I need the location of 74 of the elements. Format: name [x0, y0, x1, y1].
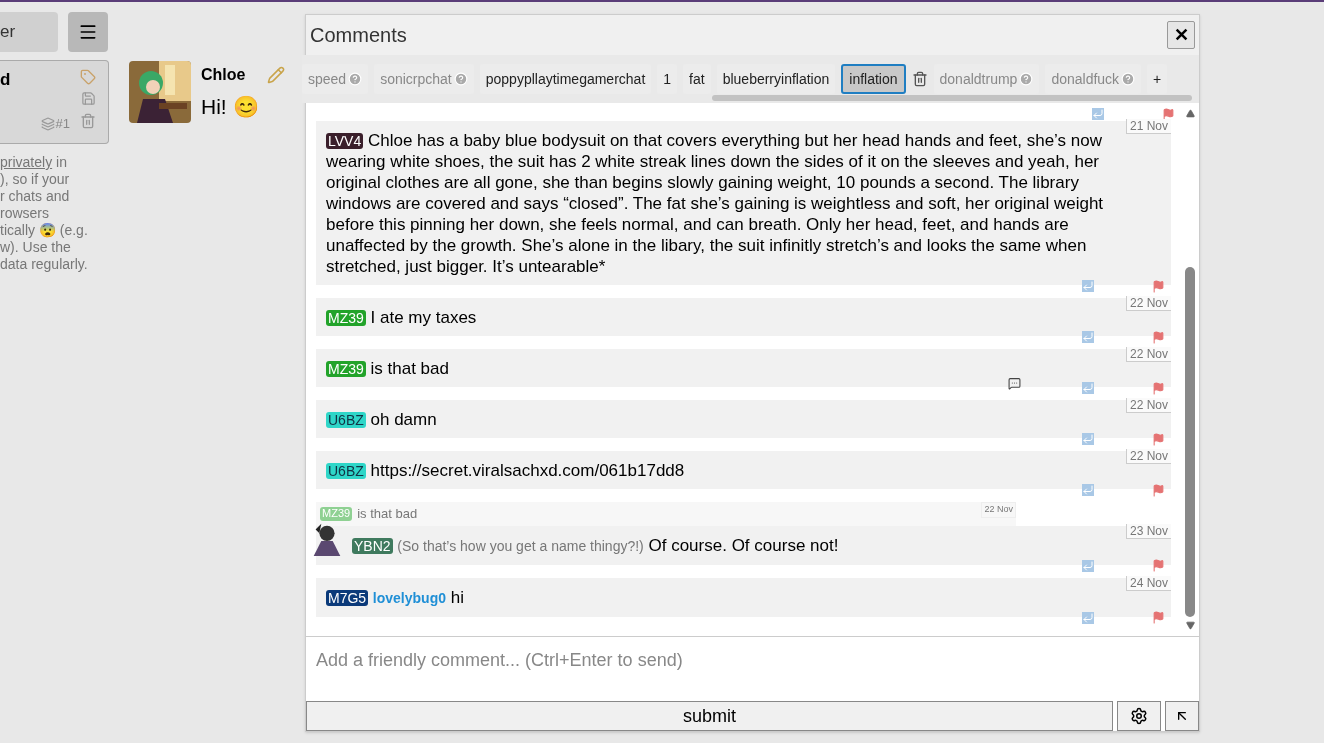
reply-icon[interactable] [1082, 280, 1094, 292]
settings-icon [1130, 707, 1148, 725]
comment-date: 22 Nov [1125, 449, 1171, 464]
chat-title: d [0, 69, 11, 91]
chat-bubble-icon[interactable] [1008, 377, 1021, 390]
close-button[interactable]: ✕ [1167, 21, 1195, 49]
user-tag: M7G5 [326, 589, 369, 606]
note-line: data regularly. [0, 256, 89, 273]
scroll-down-icon[interactable] [1185, 621, 1195, 630]
note-line: privately in [0, 154, 68, 171]
menu-icon [78, 22, 98, 42]
flag-icon[interactable] [1152, 611, 1165, 624]
character-greeting: Hi! 😊 [201, 94, 260, 120]
chat-card[interactable]: d #1 [0, 60, 109, 144]
flag-icon[interactable] [1152, 432, 1165, 446]
reply-icon[interactable] [1082, 382, 1094, 394]
user-tag: MZ39 [326, 361, 366, 377]
comment-date: 23 Nov [1125, 523, 1171, 539]
comment-text: MZ39 is that bad [326, 358, 450, 379]
tag-icon[interactable] [80, 69, 96, 85]
new-chat-button[interactable]: er [0, 12, 58, 52]
comment-date: 22 Nov [1125, 347, 1171, 362]
submit-button[interactable]: submit [306, 701, 1113, 731]
help-icon[interactable] [1121, 72, 1136, 86]
menu-button[interactable] [68, 12, 108, 52]
trash-icon[interactable] [911, 71, 928, 87]
note-line: w). Use the [0, 239, 72, 256]
comment-text: U6BZ https://secret.viralsachxd.com/061b17dd8 [326, 460, 686, 481]
thread-count: #1 [55, 115, 70, 133]
note-line: ), so if your [0, 171, 71, 188]
user-tag: MZ39 [326, 310, 366, 326]
user-tag: MZ39 [320, 506, 353, 521]
user-tag: U6BZ [326, 463, 366, 479]
flag-icon[interactable] [1152, 483, 1165, 497]
edit-icon[interactable] [267, 66, 286, 84]
comment-date: 22 Nov [1125, 296, 1171, 311]
comment-date: 24 Nov [1125, 575, 1171, 591]
flag-icon[interactable] [1152, 330, 1165, 344]
flag-icon[interactable] [1152, 381, 1165, 395]
channel-tab[interactable]: inflation [841, 64, 906, 94]
help-icon[interactable] [348, 72, 363, 86]
window-title: Comments [310, 23, 407, 48]
scroll-up-icon[interactable] [1185, 109, 1195, 118]
comment-date: 22 Nov [1125, 398, 1171, 413]
thread-icon [40, 116, 55, 131]
flag-icon[interactable] [1152, 559, 1165, 572]
flag-icon[interactable] [1162, 107, 1175, 121]
settings-button[interactable] [1117, 701, 1161, 731]
comment-field[interactable]: Add a friendly comment... (Ctrl+Enter to send) [316, 647, 1189, 674]
help-icon[interactable] [1019, 72, 1034, 86]
comment-text: U6BZ oh damn [326, 409, 438, 430]
comment-text: LVV4 Chloe has a baby blue bodysuit on that covers everything but her head hands and feet, she’s now wearing white shoes, the suit has 2 white streak lines down the sides of it on the sleeves and yeah, her original clothes are all gone, she than begins slowly gaining weight, 10 pounds a second. The library windows are covered and says “closed”. The fat she’s gaining is weightless and soft, her original weight before this pinning her down, she feels normal, and can breath. Only her head, feet, and hands are unaffected by the growth. She’s alone in the libary, the suit infinitly stretch’s and looks the same when stretched, just bigger. It’s untearable* [326, 130, 1105, 277]
comment-date: 22 Nov [981, 502, 1016, 518]
note-line: r chats and [0, 188, 71, 205]
reply-icon[interactable] [1092, 108, 1104, 120]
quoted-text: is that bad [357, 505, 418, 523]
comment-text: MZ39 I ate my taxes [326, 307, 478, 328]
help-icon[interactable] [453, 72, 468, 86]
comment-date: 21 Nov [1125, 119, 1171, 134]
reply-icon[interactable] [1082, 433, 1094, 445]
popout-button[interactable] [1165, 701, 1199, 731]
scrollbar-thumb[interactable] [1185, 267, 1195, 617]
flag-icon[interactable] [1152, 279, 1165, 293]
user-tag: U6BZ [326, 412, 366, 428]
reply-icon[interactable] [1082, 331, 1094, 343]
reply-icon[interactable] [1082, 484, 1094, 496]
character-name: Chloe [201, 65, 246, 85]
save-icon[interactable] [81, 91, 96, 106]
note-line: rowsers [0, 205, 50, 222]
comment-text: M7G5 lovelybug0 hi [326, 586, 465, 609]
user-tag: YBN2 [352, 537, 393, 554]
note-line: tically 😨 (e.g. [0, 222, 89, 239]
privacy-link[interactable]: privately [0, 154, 53, 170]
user-tag: LVV4 [326, 133, 364, 149]
